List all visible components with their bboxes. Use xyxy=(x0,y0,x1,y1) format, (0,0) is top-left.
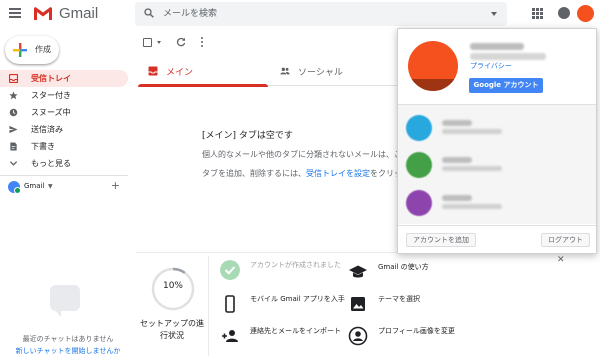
select-all-checkbox[interactable] xyxy=(143,38,152,47)
notifications-icon[interactable] xyxy=(558,7,570,19)
account-name-blurred xyxy=(442,157,472,163)
select-options-icon[interactable] xyxy=(157,41,161,44)
other-accounts-list xyxy=(398,104,596,224)
popup-footer: アカウントを追加 ログアウト xyxy=(398,225,596,253)
start-chat-link[interactable]: 新しいチャットを開始しませんか xyxy=(0,346,136,356)
phone-icon xyxy=(225,295,235,313)
tab-social[interactable]: ソーシャル xyxy=(270,56,400,86)
account-name-blurred xyxy=(442,120,472,126)
sidebar-divider xyxy=(0,175,128,176)
sidebar-item-label: スヌーズ中 xyxy=(31,108,71,117)
progress-percent: 10% xyxy=(162,281,183,291)
search-icon[interactable] xyxy=(144,8,154,18)
sidebar-nav: 受信トレイ スター付き スヌーズ中 送信済み 下書き もっと見る xyxy=(0,70,128,172)
empty-tab-instruction: タブを追加、削除するには、受信トレイを設定をクリック xyxy=(202,168,410,179)
app-name: Gmail xyxy=(59,5,99,22)
profile-name-blurred xyxy=(470,43,524,50)
refresh-icon[interactable] xyxy=(176,37,186,47)
more-vert-icon[interactable] xyxy=(201,37,204,47)
compose-button[interactable]: 作成 xyxy=(5,36,59,64)
tab-label: メイン xyxy=(166,68,194,78)
account-item[interactable] xyxy=(406,150,586,180)
avatar xyxy=(406,190,432,216)
account-item[interactable] xyxy=(406,188,586,218)
gmail-logo[interactable]: Gmail xyxy=(33,5,98,22)
hangouts-account[interactable]: Gmail ▼ + xyxy=(8,179,124,194)
add-account-button[interactable]: アカウントを追加 xyxy=(406,233,476,247)
sidebar-item-starred[interactable]: スター付き xyxy=(0,87,128,104)
search-bar[interactable] xyxy=(135,2,507,26)
task-text: 連絡先とメールをインポート xyxy=(250,327,341,335)
gmail-m-icon xyxy=(33,6,53,21)
compose-label: 作成 xyxy=(35,45,51,54)
plus-icon xyxy=(13,43,27,57)
main-menu-icon[interactable] xyxy=(9,8,21,18)
check-icon xyxy=(220,260,240,280)
task-text: モバイル Gmail アプリを入手 xyxy=(250,295,345,303)
tab-label: ソーシャル xyxy=(298,68,343,78)
send-icon xyxy=(9,125,18,134)
clock-icon xyxy=(9,108,18,117)
account-status-icon xyxy=(8,181,21,194)
privacy-link[interactable]: プライバシー xyxy=(470,61,512,71)
sidebar-item-inbox[interactable]: 受信トレイ xyxy=(0,70,128,87)
sidebar-item-label: 受信トレイ xyxy=(31,74,71,83)
category-tabs: メイン ソーシャル xyxy=(138,56,400,87)
logout-button[interactable]: ログアウト xyxy=(541,233,590,247)
apps-icon[interactable] xyxy=(532,8,543,19)
close-icon[interactable]: ✕ xyxy=(557,255,565,265)
empty-tab-description: 個人的なメールや他のタブに分類されないメールは、こ xyxy=(202,150,402,159)
account-email-blurred xyxy=(442,129,502,134)
setup-status-label: セットアップの進行状況 xyxy=(140,319,204,340)
sidebar-item-label: スター付き xyxy=(31,91,71,100)
tab-primary[interactable]: メイン xyxy=(138,56,268,87)
chat-bubble-icon xyxy=(50,285,80,317)
image-icon xyxy=(351,297,365,311)
task-text: プロフィール画像を変更 xyxy=(378,327,455,335)
search-input[interactable] xyxy=(163,6,463,22)
account-popup: プライバシー Google アカウント アカウントを追加 ログアウト xyxy=(397,28,597,254)
account-label: Gmail xyxy=(24,182,45,190)
person-add-icon xyxy=(222,330,238,342)
task-text: Gmail の使い方 xyxy=(378,263,429,271)
google-account-button[interactable]: Google アカウント xyxy=(469,78,543,93)
search-options-icon[interactable] xyxy=(491,12,497,16)
setup-divider xyxy=(208,256,209,356)
profile-avatar[interactable] xyxy=(408,41,458,91)
chevron-down-icon xyxy=(9,161,18,166)
chat-empty-text: 最近のチャットはありません xyxy=(22,335,114,343)
profile-email-blurred xyxy=(470,53,546,60)
inbox-icon xyxy=(148,66,158,76)
inbox-icon xyxy=(9,74,18,83)
school-icon xyxy=(349,265,367,278)
account-email-blurred xyxy=(442,204,502,209)
instruction-prefix: タブを追加、削除するには、 xyxy=(202,169,306,178)
draft-icon xyxy=(10,142,17,151)
account-email-blurred xyxy=(442,166,502,171)
account-icon xyxy=(348,326,368,346)
account-name-blurred xyxy=(442,195,472,201)
sidebar-item-more[interactable]: もっと見る xyxy=(0,155,128,172)
inbox-settings-link[interactable]: 受信トレイを設定 xyxy=(306,169,370,178)
sidebar-item-label: 送信済み xyxy=(31,125,63,134)
account-item[interactable] xyxy=(406,113,586,143)
sidebar-item-sent[interactable]: 送信済み xyxy=(0,121,128,138)
avatar[interactable] xyxy=(577,5,594,22)
caret-down-icon[interactable]: ▼ xyxy=(48,183,53,190)
sidebar-item-snoozed[interactable]: スヌーズ中 xyxy=(0,104,128,121)
empty-tab-title: [メイン] タブは空です xyxy=(202,131,293,141)
task-text: アカウントが作成されました xyxy=(250,261,341,269)
avatar xyxy=(406,152,432,178)
top-bar: Gmail xyxy=(0,0,600,30)
task-text: テーマを選択 xyxy=(378,295,420,303)
sidebar-item-label: 下書き xyxy=(31,142,55,151)
mail-toolbar xyxy=(140,34,390,50)
new-chat-plus-icon[interactable]: + xyxy=(111,179,120,192)
people-icon xyxy=(280,67,290,75)
sidebar-item-label: もっと見る xyxy=(31,159,71,168)
sidebar-item-drafts[interactable]: 下書き xyxy=(0,138,128,155)
star-icon xyxy=(9,91,18,100)
avatar xyxy=(406,115,432,141)
